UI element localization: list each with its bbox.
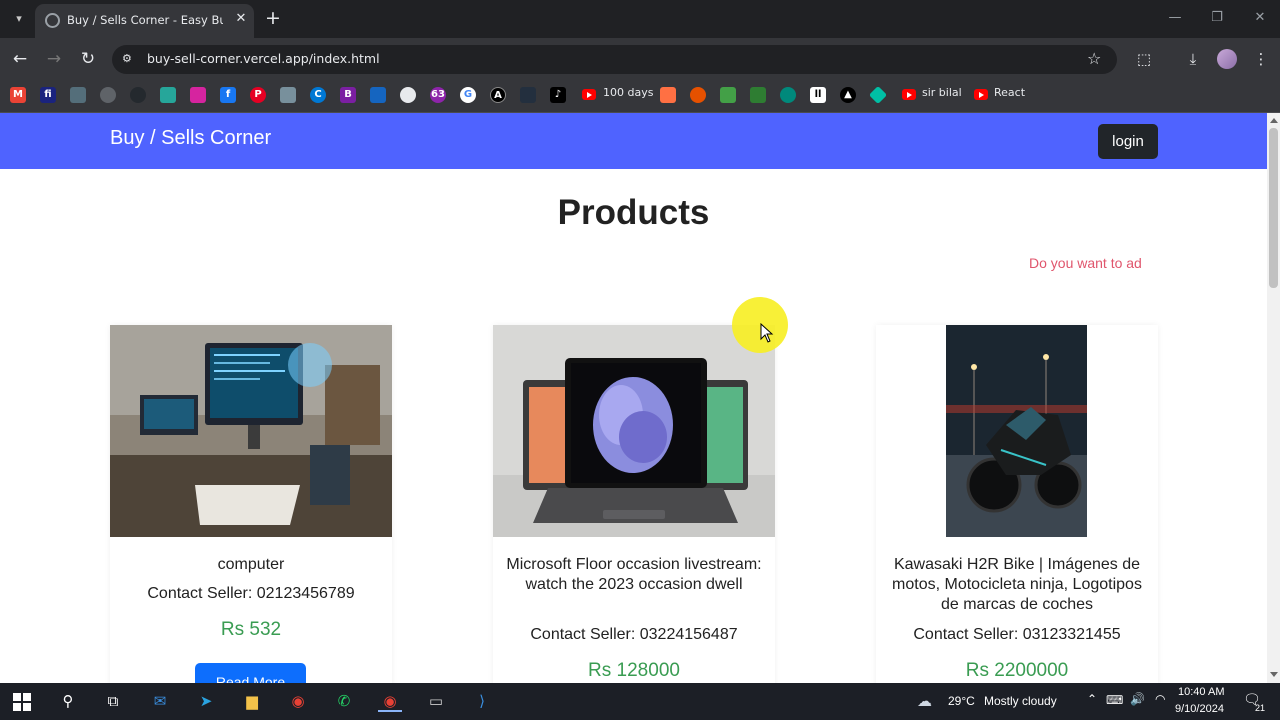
extensions-icon[interactable]: ⬚	[1133, 48, 1155, 70]
read-more-button[interactable]: Read More	[195, 663, 306, 683]
bookmark-image-icon[interactable]	[160, 87, 176, 103]
browser-tab[interactable]: Buy / Sells Corner - Easy Buy a ✕	[35, 4, 254, 38]
forward-arrow-icon[interactable]: →	[43, 48, 65, 70]
new-tab-button[interactable]: +	[262, 8, 284, 30]
facebook-icon[interactable]: f	[220, 87, 236, 103]
scroll-down-arrow-icon[interactable]	[1270, 672, 1278, 677]
chatgpt-icon[interactable]	[400, 87, 416, 103]
weather-text[interactable]: Mostly cloudy	[984, 694, 1057, 708]
clock-date[interactable]: 9/10/2024	[1175, 703, 1224, 715]
bookmark-c-icon[interactable]: C	[310, 87, 326, 103]
task-view-icon[interactable]: ⧉	[101, 690, 125, 712]
seller-contact: Contact Seller: 03123321455	[913, 626, 1121, 643]
scroll-thumb[interactable]	[1269, 128, 1278, 288]
youtube-icon[interactable]	[582, 89, 596, 100]
url-text[interactable]: buy-sell-corner.vercel.app/index.html	[147, 51, 380, 66]
wifi-icon[interactable]: ◠	[1155, 692, 1165, 706]
instagram-icon[interactable]	[190, 87, 206, 103]
chrome-active-icon[interactable]: ◉	[378, 690, 402, 712]
seller-contact: Contact Seller: 03224156487	[530, 626, 738, 643]
bookmark-person-icon[interactable]	[720, 87, 736, 103]
notification-count: 21	[1255, 703, 1266, 713]
weather-temp[interactable]: 29°C	[948, 694, 975, 708]
amazon-icon[interactable]	[520, 87, 536, 103]
mail-icon[interactable]: ✉	[148, 690, 172, 712]
google-icon[interactable]: G	[460, 87, 476, 103]
product-image	[110, 325, 392, 537]
profile-avatar[interactable]	[1217, 49, 1237, 69]
product-card: Kawasaki H2R Bike | Imágenes de motos, M…	[876, 325, 1158, 683]
terminal-icon[interactable]: ▭	[424, 690, 448, 712]
bookmark-chart-icon[interactable]	[70, 87, 86, 103]
product-title: Kawasaki H2R Bike | Imágenes de motos, M…	[892, 556, 1142, 613]
mouse-cursor-icon	[760, 323, 774, 343]
bookmark-a-icon[interactable]: A	[490, 87, 506, 103]
tab-title: Buy / Sells Corner - Easy Buy a	[67, 13, 223, 27]
product-title: computer	[217, 556, 285, 573]
globe-icon	[45, 13, 60, 28]
scroll-up-arrow-icon[interactable]	[1270, 118, 1278, 123]
close-tab-icon[interactable]: ✕	[232, 10, 250, 28]
back-arrow-icon[interactable]: ←	[9, 48, 31, 70]
post-ad-link[interactable]: Do you want to ad	[1029, 255, 1142, 271]
chrome-icon[interactable]: ◉	[286, 690, 310, 712]
clock-time[interactable]: 10:40 AM	[1178, 686, 1224, 698]
bookmark-63-icon[interactable]: 63	[430, 87, 446, 103]
bookmark-label[interactable]: React	[994, 86, 1025, 99]
bookmark-label[interactable]: sir bilal	[922, 86, 962, 99]
youtube-icon[interactable]	[902, 89, 916, 100]
product-image	[493, 325, 775, 537]
bookmark-globe-icon[interactable]	[100, 87, 116, 103]
volume-icon[interactable]: 🔊	[1130, 692, 1145, 706]
bookmark-pause-icon[interactable]: ll	[810, 87, 826, 103]
bookmark-triangle-icon[interactable]: ▲	[840, 87, 856, 103]
telegram-icon[interactable]: ➤	[194, 690, 218, 712]
bookmark-label[interactable]: 100 days	[603, 86, 653, 99]
product-price: Rs 532	[220, 619, 282, 640]
close-window-button[interactable]: ✕	[1250, 10, 1270, 25]
tray-chevron-icon[interactable]: ⌃	[1087, 692, 1097, 706]
page-heading: Products	[557, 193, 710, 232]
restore-button[interactable]: ❐	[1207, 10, 1227, 25]
seller-contact: Contact Seller: 02123456789	[147, 585, 355, 602]
menu-dots-icon[interactable]: ⋮	[1250, 48, 1272, 70]
bootstrap-icon[interactable]: B	[340, 87, 356, 103]
bookmark-teal-icon[interactable]	[780, 87, 796, 103]
download-icon[interactable]: ⤓	[1182, 48, 1204, 70]
windows-start-icon[interactable]	[13, 693, 31, 711]
reload-icon[interactable]: ↻	[77, 48, 99, 70]
site-info-icon[interactable]: ⚙	[122, 52, 136, 66]
address-bar[interactable]: ⚙ buy-sell-corner.vercel.app/index.html …	[112, 45, 1117, 74]
bookmark-star-icon[interactable]: ☆	[1087, 49, 1101, 68]
bookmark-swirl-icon[interactable]	[660, 87, 676, 103]
product-price: Rs 128000	[588, 660, 680, 681]
login-button[interactable]: login	[1098, 124, 1158, 159]
bookmark-fi-icon[interactable]: fi	[40, 87, 56, 103]
product-title: Microsoft Floor occasion livestream: wat…	[506, 556, 762, 593]
vscode-icon[interactable]: ⟩	[470, 690, 494, 712]
bookmark-green-icon[interactable]	[750, 87, 766, 103]
minimize-button[interactable]: —	[1165, 10, 1185, 25]
pinterest-icon[interactable]: P	[250, 87, 266, 103]
product-card: Microsoft Floor occasion livestream: wat…	[493, 325, 775, 683]
file-explorer-icon[interactable]: ▆	[240, 690, 264, 712]
web-page: Buy / Sells Corner login Products Do you…	[0, 113, 1267, 683]
product-card: computer Contact Seller: 02123456789 Rs …	[110, 325, 392, 683]
whatsapp-icon[interactable]: ✆	[332, 690, 356, 712]
bookmark-flag-icon[interactable]	[370, 87, 386, 103]
bookmark-firefox-icon[interactable]	[690, 87, 706, 103]
tiktok-icon[interactable]: ♪	[550, 87, 566, 103]
product-image	[946, 325, 1087, 537]
tab-search-icon[interactable]: ▾	[8, 8, 30, 30]
site-navbar: Buy / Sells Corner login	[0, 113, 1267, 169]
gmail-icon[interactable]: M	[10, 87, 26, 103]
youtube-icon[interactable]	[974, 89, 988, 100]
site-brand[interactable]: Buy / Sells Corner	[110, 127, 271, 150]
search-icon[interactable]: ⚲	[56, 690, 80, 712]
input-method-icon[interactable]: ⌨	[1106, 693, 1123, 707]
product-price: Rs 2200000	[965, 660, 1069, 681]
bookmark-hex-icon[interactable]	[280, 87, 296, 103]
weather-icon[interactable]: ☁	[917, 692, 932, 710]
github-icon[interactable]	[130, 87, 146, 103]
